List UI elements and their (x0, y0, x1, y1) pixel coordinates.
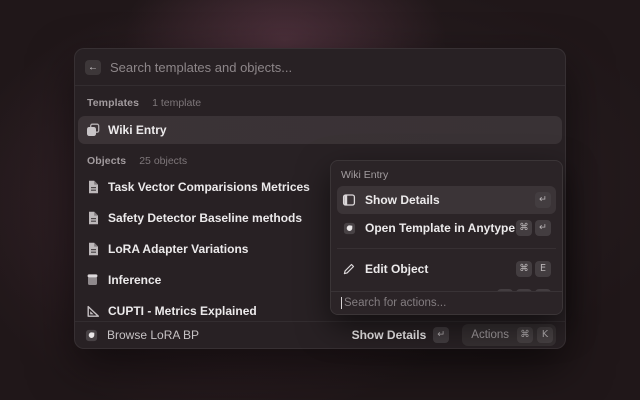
search-bar: ← Search templates and objects... (75, 49, 565, 86)
text-caret (341, 297, 342, 309)
actions-search-input: Search for actions... (344, 297, 446, 309)
list-item-label: CUPTI - Metrics Explained (108, 304, 257, 318)
back-button[interactable]: ← (85, 60, 101, 75)
menu-item-label: Open Template in Anytype (365, 221, 515, 235)
anytype-logo-icon (342, 222, 356, 235)
e-key-badge: E (535, 261, 551, 277)
templates-label: Templates (87, 95, 139, 111)
actions-search-bar[interactable]: Search for actions... (331, 291, 562, 314)
actions-label: Actions (471, 329, 509, 341)
return-key-badge: ↵ (535, 192, 551, 208)
context-menu: Wiki Entry Show Details ↵ Open Templat (330, 160, 563, 315)
document-icon (85, 180, 100, 194)
k-key-badge: K (537, 327, 553, 343)
template-icon (85, 123, 100, 137)
footer-primary-action[interactable]: Show Details (352, 328, 427, 342)
pencil-icon (342, 262, 356, 276)
list-item-label: Wiki Entry (108, 123, 167, 137)
cmd-key-badge: ⌘ (516, 261, 532, 277)
triangle-ruler-icon (85, 304, 100, 318)
cmd-key-badge: ⌘ (517, 327, 533, 343)
cmd-key-badge: ⌘ (516, 220, 532, 236)
list-item-label: Inference (108, 273, 161, 287)
menu-item-label: Edit Object (365, 262, 428, 276)
menu-divider (337, 248, 556, 249)
menu-item-label: Show Details (365, 193, 440, 207)
menu-item-edit-object[interactable]: Edit Object ⌘ E (337, 255, 556, 283)
context-menu-title: Wiki Entry (331, 161, 562, 186)
return-key-badge: ↵ (433, 327, 449, 343)
anytype-logo-icon (84, 329, 99, 342)
list-item-wiki-entry[interactable]: Wiki Entry (78, 116, 562, 144)
templates-section-header: Templates 1 template (78, 95, 562, 111)
objects-count: 25 objects (139, 153, 187, 169)
jar-emoji-icon (85, 273, 100, 286)
arrow-left-icon: ← (88, 62, 98, 73)
footer-bar: Browse LoRA BP Show Details ↵ Actions ⌘ … (75, 321, 565, 348)
menu-item-show-details[interactable]: Show Details ↵ (337, 186, 556, 214)
list-item-label: LoRA Adapter Variations (108, 242, 248, 256)
search-input[interactable]: Search templates and objects... (110, 60, 292, 75)
list-item-label: Task Vector Comparisions Metrices (108, 180, 310, 194)
objects-label: Objects (87, 153, 126, 169)
document-icon (85, 242, 100, 256)
footer-context-label: Browse LoRA BP (107, 328, 199, 342)
menu-item-open-template[interactable]: Open Template in Anytype ⌘ ↵ (337, 214, 556, 242)
actions-button[interactable]: Actions ⌘ K (462, 324, 556, 346)
document-icon (85, 211, 100, 225)
return-key-badge: ↵ (535, 220, 551, 236)
sidebar-panel-icon (342, 193, 356, 207)
templates-count: 1 template (152, 95, 201, 111)
list-item-label: Safety Detector Baseline methods (108, 211, 302, 225)
